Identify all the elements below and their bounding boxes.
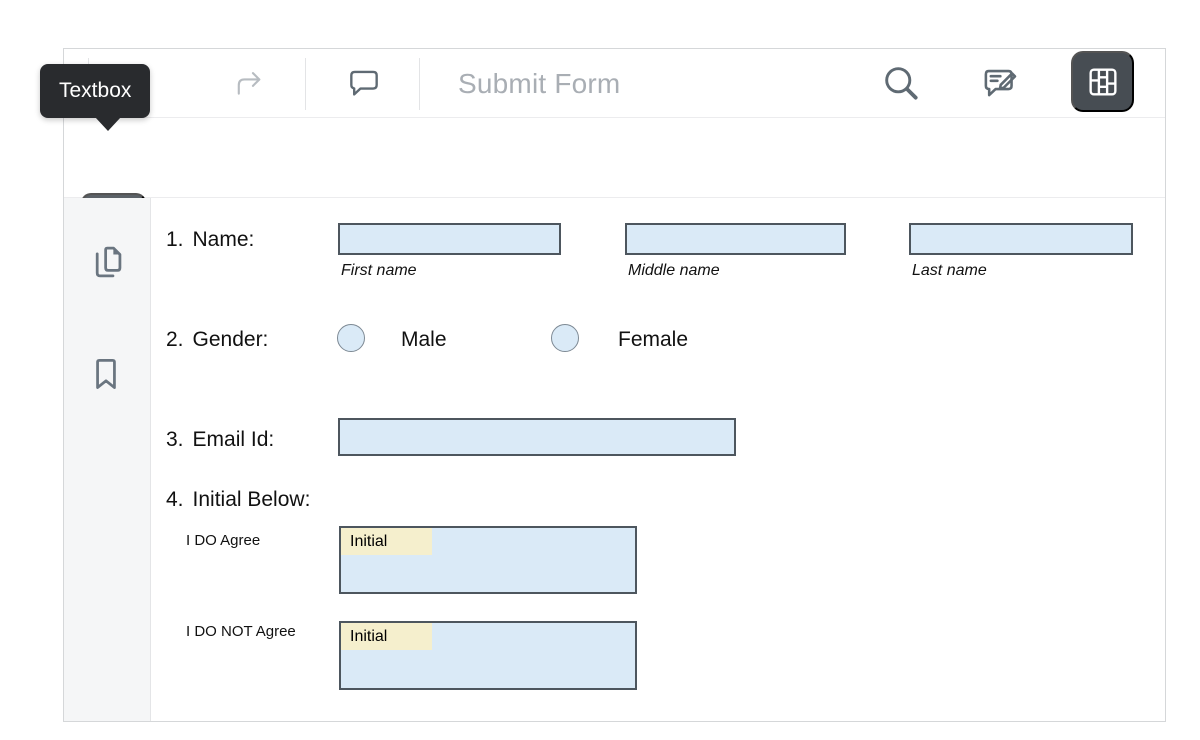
pdf-page: 1. Name: First name Middle name Last nam…: [152, 198, 1165, 721]
grid-view-icon: [1084, 63, 1122, 101]
annotate-button[interactable]: [977, 60, 1023, 106]
bookmarks-button[interactable]: [83, 351, 129, 397]
question-number: 3.: [166, 428, 184, 452]
initial-field-tag: Initial: [341, 528, 432, 555]
initial-field-tag: Initial: [341, 623, 432, 650]
search-icon: [879, 61, 923, 105]
toolbar-separator: [419, 58, 420, 110]
form-tools-toolbar: [64, 118, 1165, 198]
first-name-caption: First name: [341, 262, 417, 280]
question-name-label: 1. Name:: [166, 228, 254, 252]
gender-male-label: Male: [401, 328, 447, 352]
question-text: Name:: [193, 228, 255, 252]
question-text: Gender:: [193, 328, 269, 352]
question-gender-label: 2. Gender:: [166, 328, 268, 352]
agree-label: I DO Agree: [186, 532, 260, 549]
not-agree-initial-field[interactable]: Initial: [339, 621, 637, 690]
gender-female-radio[interactable]: [551, 324, 579, 352]
question-number: 4.: [166, 488, 184, 512]
top-toolbar: Submit Form: [64, 49, 1165, 118]
first-name-field[interactable]: [338, 223, 561, 255]
page-thumbnails-button[interactable]: [83, 239, 129, 285]
document-title: Submit Form: [458, 49, 620, 118]
bookmarks-icon: [84, 352, 128, 396]
annotate-icon: [978, 61, 1022, 105]
app-window: Submit Form: [63, 48, 1166, 722]
question-email-label: 3. Email Id:: [166, 428, 274, 452]
agree-initial-field[interactable]: Initial: [339, 526, 637, 594]
last-name-field[interactable]: [909, 223, 1133, 255]
question-number: 1.: [166, 228, 184, 252]
question-number: 2.: [166, 328, 184, 352]
middle-name-field[interactable]: [625, 223, 846, 255]
comment-icon: [345, 64, 383, 102]
not-agree-label: I DO NOT Agree: [186, 623, 296, 640]
redo-icon: [231, 66, 265, 100]
grid-view-button[interactable]: [1071, 51, 1134, 112]
question-text: Initial Below:: [193, 488, 311, 512]
email-field[interactable]: [338, 418, 736, 456]
toolbar-separator: [305, 58, 306, 110]
page-thumbnails-icon: [84, 240, 128, 284]
left-panel: [64, 198, 151, 721]
tooltip: Textbox: [40, 64, 150, 118]
redo-button[interactable]: [230, 65, 266, 101]
gender-female-label: Female: [618, 328, 688, 352]
middle-name-caption: Middle name: [628, 262, 720, 280]
gender-male-radio[interactable]: [337, 324, 365, 352]
last-name-caption: Last name: [912, 262, 987, 280]
question-initial-label: 4. Initial Below:: [166, 488, 310, 512]
search-button[interactable]: [878, 60, 924, 106]
comment-button[interactable]: [344, 63, 384, 103]
question-text: Email Id:: [193, 428, 275, 452]
tooltip-label: Textbox: [59, 79, 131, 102]
